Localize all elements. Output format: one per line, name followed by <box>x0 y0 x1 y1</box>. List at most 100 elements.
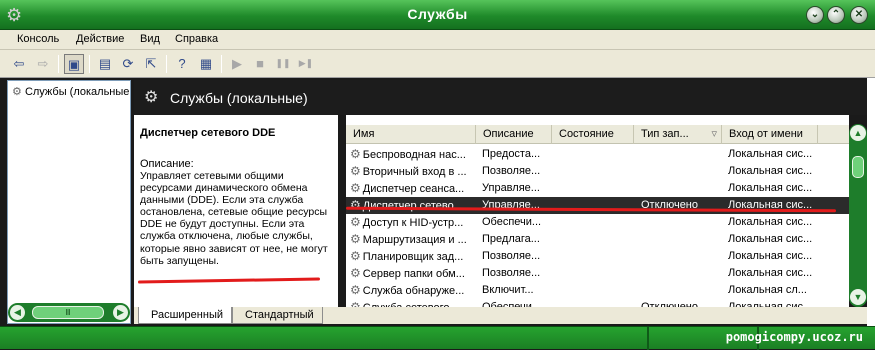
service-description-cell: Позволяе... <box>482 165 541 177</box>
column-startup-type[interactable]: Тип зап... <box>634 125 722 144</box>
service-logon-cell: Локальная сис... <box>728 165 813 177</box>
gear-icon: ⚙ <box>350 198 361 212</box>
service-name-text: Маршрутизация и ... <box>362 234 467 246</box>
gear-icon: ⚙ <box>350 164 361 178</box>
service-logon-cell: Локальная сл... <box>728 284 807 296</box>
toolbar-separator <box>89 55 90 73</box>
services-header-title: Службы (локальные) <box>170 90 308 106</box>
service-name-text: Планировщик зад... <box>362 251 464 263</box>
service-name-cell: ⚙Служба сетевого ... <box>350 299 476 307</box>
service-name-text: Вторичный вход в ... <box>362 166 467 178</box>
toolbar-separator <box>166 55 167 73</box>
gears-icon: ⚙ <box>12 86 22 98</box>
gear-icon: ⚙ <box>350 266 361 280</box>
scroll-thumb[interactable]: Ⅲ <box>32 306 104 319</box>
horizontal-scrollbar[interactable]: ◀ Ⅲ ▶ <box>8 303 130 322</box>
service-name-cell: ⚙ Доступ к HID-устр... <box>350 214 476 232</box>
gear-icon: ⚙ <box>350 181 361 195</box>
watermark: pomogicompy.ucoz.ru <box>725 330 863 344</box>
toolbar: ⇦ ⇨ ▣ ▤ ⟳ ⇱ ? ▦ ▶ ■ ❚❚ ▶❚ <box>0 50 875 78</box>
description-label: Описание: <box>140 158 194 170</box>
help-icon[interactable]: ? <box>172 54 192 74</box>
gears-icon: ⚙ <box>144 89 159 106</box>
restart-icon[interactable]: ▶❚ <box>296 54 316 74</box>
service-logon-cell: Локальная сис... <box>728 148 813 160</box>
scroll-left-icon[interactable]: ◀ <box>10 305 25 320</box>
column-name[interactable]: Имя <box>346 125 476 144</box>
description-text: Управляет сетевыми общими ресурсами дина… <box>140 170 328 267</box>
service-name-text: Служба обнаруже... <box>362 285 465 297</box>
list-header: Имя Описание Состояние Тип зап... Вход о… <box>346 125 849 144</box>
table-row[interactable]: ⚙ Служба обнаруже... Включит... Локальная с… <box>346 282 849 299</box>
menu-bar: Консоль Действие Вид Справка <box>0 30 875 50</box>
back-icon[interactable]: ⇦ <box>9 54 29 74</box>
services-header: ⚙ Службы (локальные) <box>134 80 867 115</box>
pause-icon[interactable]: ❚❚ <box>273 54 293 74</box>
service-description-cell: Позволяе... <box>482 250 541 262</box>
service-name-cell: ⚙ Маршрутизация и ... <box>350 231 476 249</box>
gear-icon: ⚙ <box>350 232 361 246</box>
service-description-cell: Управляе... <box>482 199 540 211</box>
service-description-cell: Предлага... <box>482 233 540 245</box>
scroll-right-icon[interactable]: ▶ <box>113 305 128 320</box>
service-logon-cell: Локальная сис... <box>728 301 813 307</box>
service-name-text: Сервер папки обм... <box>362 268 465 280</box>
title-bar[interactable]: ⚙ Службы ⌄ ⌃ ✕ <box>0 0 875 30</box>
close-button[interactable]: ✕ <box>850 6 868 24</box>
service-name-cell: ⚙ Сервер папки обм... <box>350 265 476 283</box>
service-logon-cell: Локальная сис... <box>728 216 813 228</box>
table-row[interactable]: ⚙ Доступ к HID-устр... Обеспечи... Локальна… <box>346 214 849 231</box>
status-separator <box>647 327 649 350</box>
table-row[interactable]: ⚙ Диспетчер сеанса... Управляе... Локальная… <box>346 180 849 197</box>
menu-view[interactable]: Вид <box>140 33 160 45</box>
column-state[interactable]: Состояние <box>552 125 634 144</box>
vertical-scrollbar[interactable]: ▲ ▼ <box>849 124 867 307</box>
service-name-text: Доступ к HID-устр... <box>362 217 464 229</box>
toolbar-separator <box>58 55 59 73</box>
scroll-thumb[interactable] <box>852 156 864 178</box>
column-description[interactable]: Описание <box>476 125 552 144</box>
minimize-button[interactable]: ⌄ <box>806 6 824 24</box>
stop-icon[interactable]: ■ <box>250 54 270 74</box>
show-tree-icon[interactable]: ▣ <box>64 54 84 74</box>
gear-icon: ⚙ <box>350 147 361 161</box>
menu-action[interactable]: Действие <box>76 33 124 45</box>
tree-pane: ⚙ Службы (локальные <box>7 80 131 324</box>
refresh-icon[interactable]: ⟳ <box>118 54 138 74</box>
service-name-cell: ⚙ Беспроводная нас... <box>350 146 476 164</box>
column-logon-as[interactable]: Вход от имени <box>722 125 818 144</box>
scroll-down-icon[interactable]: ▼ <box>850 289 866 305</box>
gear-icon: ⚙ <box>350 300 361 307</box>
play-icon[interactable]: ▶ <box>227 54 247 74</box>
scroll-up-icon[interactable]: ▲ <box>850 125 866 141</box>
service-description-cell: Обеспечи... <box>482 301 542 307</box>
table-row[interactable]: ⚙ Сервер папки обм... Позволяе... Локальная… <box>346 265 849 282</box>
table-row[interactable]: ⚙ Планировщик зад... Позволяе... Локальная … <box>346 248 849 265</box>
tab-extended[interactable]: Расширенный <box>138 307 232 324</box>
gear-icon: ⚙ <box>350 249 361 263</box>
maximize-button[interactable]: ⌃ <box>827 6 845 24</box>
table-row[interactable]: ⚙ Вторичный вход в ... Позволяе... Локальна… <box>346 163 849 180</box>
service-description-cell: Обеспечи... <box>482 216 542 228</box>
table-row[interactable]: ⚙ Маршрутизация и ... Предлага... Локальная… <box>346 231 849 248</box>
tree-item-services-local[interactable]: ⚙ Службы (локальные <box>12 85 129 98</box>
service-name-cell: ⚙ Диспетчер сеанса... <box>350 180 476 198</box>
tab-standard[interactable]: Стандартный <box>232 307 323 324</box>
service-name-cell: ⚙ Планировщик зад... <box>350 248 476 266</box>
table-row[interactable]: ⚙Служба сетевого ... Обеспечи... Отключено… <box>346 299 849 307</box>
forward-icon[interactable]: ⇨ <box>33 54 53 74</box>
service-description-cell: Включит... <box>482 284 534 296</box>
toolbar-separator <box>221 55 222 73</box>
export-icon[interactable]: ⇱ <box>141 54 161 74</box>
console-icon[interactable]: ▦ <box>196 54 216 74</box>
service-description-cell: Предоста... <box>482 148 541 160</box>
properties-icon[interactable]: ▤ <box>95 54 115 74</box>
gear-icon: ⚙ <box>350 215 361 229</box>
tree-item-label: Службы (локальные <box>24 86 130 98</box>
service-name-cell: ⚙ Служба обнаруже... <box>350 282 476 300</box>
menu-help[interactable]: Справка <box>175 33 218 45</box>
service-logon-cell: Локальная сис... <box>728 233 813 245</box>
menu-console[interactable]: Консоль <box>17 33 59 45</box>
table-row[interactable]: ⚙ Беспроводная нас... Предоста... Локальная… <box>346 146 849 163</box>
service-logon-cell: Локальная сис... <box>728 250 813 262</box>
